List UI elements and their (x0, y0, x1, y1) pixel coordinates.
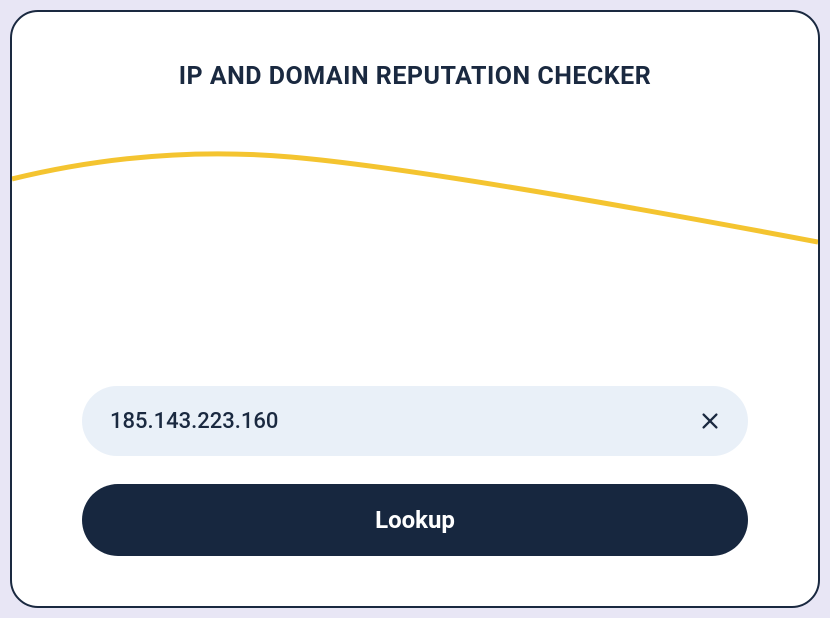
decorative-curve (12, 127, 818, 267)
ip-domain-input[interactable] (82, 386, 748, 456)
clear-input-button[interactable] (692, 403, 728, 439)
input-wrapper (82, 386, 748, 456)
page-title: IP AND DOMAIN REPUTATION CHECKER (12, 62, 818, 91)
close-icon (699, 410, 721, 432)
reputation-checker-card: IP AND DOMAIN REPUTATION CHECKER Lookup (10, 10, 820, 608)
lookup-form: Lookup (82, 386, 748, 556)
lookup-button[interactable]: Lookup (82, 484, 748, 556)
